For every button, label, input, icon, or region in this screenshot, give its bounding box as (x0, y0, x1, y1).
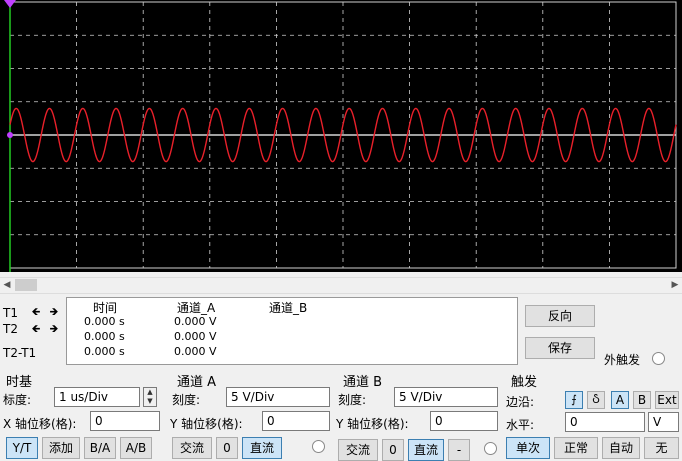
channel-b-title: 通道 B (343, 375, 383, 390)
timebase-xpos-field[interactable]: 0 (90, 411, 160, 431)
channel-a-ac-button[interactable]: 交流 (172, 437, 212, 459)
channel-a-scale-label: 刻度: (172, 393, 201, 407)
scroll-thumb[interactable] (15, 279, 37, 291)
channel-b-scale-field[interactable]: 5 V/Div (394, 387, 498, 407)
trigger-auto-button[interactable]: 自动 (602, 437, 640, 459)
trigger-single-button[interactable]: 单次 (506, 437, 550, 459)
mode-yt-button[interactable]: Y/T (6, 437, 38, 459)
timebase-scale-label: 标度: (3, 393, 32, 407)
cursor-t1-marker[interactable] (4, 0, 16, 8)
channel-a-radio[interactable] (312, 440, 325, 453)
t2-time: 0.000 s (84, 330, 125, 343)
trigger-marker[interactable] (7, 132, 13, 138)
scroll-right-icon[interactable]: ▶ (668, 279, 682, 292)
rising-edge-icon[interactable]: ⨍ (565, 391, 583, 409)
cursor-label-t2-t1: T2-T1 (3, 346, 37, 360)
timebase-scale-field[interactable]: 1 us/Div (54, 387, 140, 407)
channel-b-radio[interactable] (484, 442, 497, 455)
channel-a-zero-button[interactable]: 0 (216, 437, 238, 459)
channel-a-dc-button[interactable]: 直流 (242, 437, 282, 459)
cursor-label-t1: T1 (3, 306, 18, 320)
channel-a-title: 通道 A (177, 375, 217, 390)
grid (9, 1, 677, 269)
channel-b-ypos-field[interactable]: 0 (430, 411, 498, 431)
trigger-source-ext-button[interactable]: Ext (655, 391, 679, 409)
falling-edge-icon[interactable]: Ⴢ (587, 391, 605, 409)
channel-a-ypos-label: Y 轴位移(格): (170, 417, 243, 431)
timebase-title: 时基 (6, 375, 33, 390)
oscilloscope-screen[interactable] (0, 0, 682, 272)
t1-left-arrow-icon[interactable]: 🡸 (28, 305, 44, 319)
trigger-level-field[interactable]: 0 (565, 412, 645, 432)
trigger-level-unit[interactable]: V (648, 412, 679, 432)
trigger-normal-button[interactable]: 正常 (554, 437, 598, 459)
header-time: 时间 (93, 301, 118, 315)
reverse-button[interactable]: 反向 (525, 305, 595, 327)
delta-time: 0.000 s (84, 345, 125, 358)
cursor-label-t2: T2 (3, 322, 18, 336)
trigger-level-label: 水平: (506, 418, 535, 432)
delta-channel-a: 0.000 V (174, 345, 217, 358)
horizontal-scrollbar[interactable]: ◀ ▶ (0, 277, 682, 294)
channel-b-scale-label: 刻度: (338, 393, 367, 407)
trigger-source-b-button[interactable]: B (633, 391, 651, 409)
trigger-title: 触发 (511, 375, 538, 390)
header-channel-b: 通道_B (269, 301, 308, 315)
ext-trigger-radio[interactable] (652, 352, 665, 365)
ext-trigger-label: 外触发 (604, 353, 641, 367)
t1-right-arrow-icon[interactable]: 🡺 (46, 305, 62, 319)
channel-a-ypos-field[interactable]: 0 (262, 411, 330, 431)
save-button[interactable]: 保存 (525, 337, 595, 359)
header-channel-a: 通道_A (177, 301, 216, 315)
t2-channel-a: 0.000 V (174, 330, 217, 343)
timebase-spinner-icon[interactable]: ▲ ▼ (143, 387, 157, 407)
waveform-display[interactable] (0, 0, 682, 272)
t1-time: 0.000 s (84, 315, 125, 328)
channel-b-ypos-label: Y 轴位移(格): (336, 417, 409, 431)
timebase-xpos-label: X 轴位移(格): (3, 417, 77, 431)
mode-ab-button[interactable]: A/B (120, 437, 152, 459)
trigger-source-a-button[interactable]: A (611, 391, 629, 409)
trigger-none-button[interactable]: 无 (644, 437, 679, 459)
t1-channel-a: 0.000 V (174, 315, 217, 328)
mode-ba-button[interactable]: B/A (84, 437, 116, 459)
cursor-readout-table: 时间 通道_A 通道_B 0.000 s 0.000 V 0.000 s 0.0… (66, 297, 518, 365)
t2-left-arrow-icon[interactable]: 🡸 (28, 322, 44, 336)
mode-add-button[interactable]: 添加 (42, 437, 80, 459)
t2-right-arrow-icon[interactable]: 🡺 (46, 322, 62, 336)
scroll-left-icon[interactable]: ◀ (0, 279, 14, 292)
channel-a-scale-field[interactable]: 5 V/Div (226, 387, 330, 407)
trigger-edge-label: 边沿: (506, 395, 535, 409)
